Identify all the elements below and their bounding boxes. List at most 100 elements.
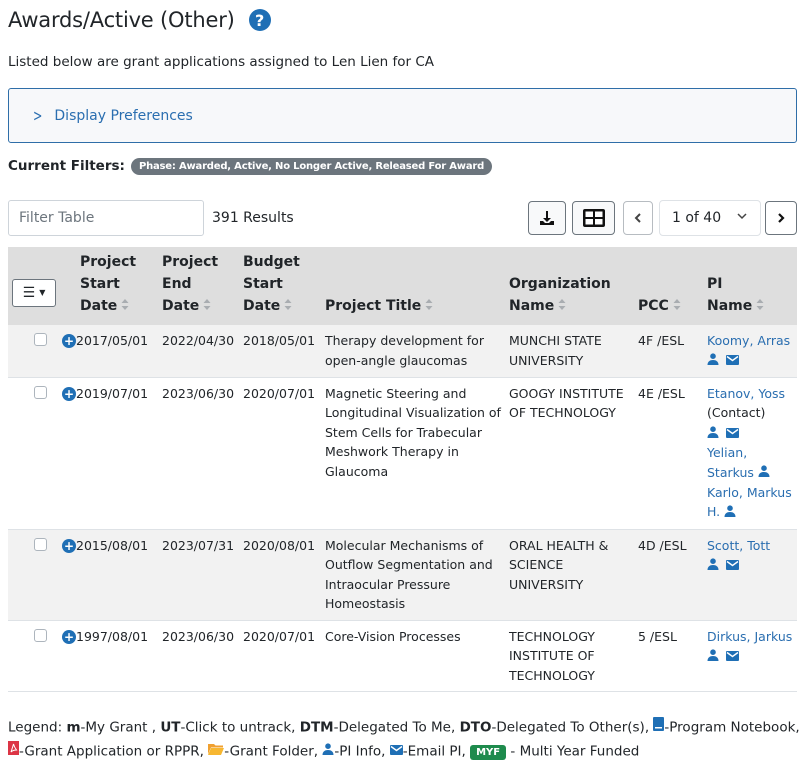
project-end-date: 2023/07/31 [162,537,235,553]
pi-name-link[interactable]: Dirkus, Jarkus [707,629,792,644]
expand-row-icon[interactable]: + [62,629,76,644]
next-page-button[interactable] [765,201,797,235]
pcc-code: 4F /ESL [638,333,685,348]
current-filters: Current Filters: Phase: Awarded, Active,… [8,155,797,177]
cell-title: Therapy development for open-angle glauc… [321,325,505,378]
project-title: Core-Vision Processes [325,628,461,644]
column-layout-button[interactable] [572,201,615,235]
pi-entry: Dirkus, Jarkus [707,627,793,667]
row-checkbox[interactable] [34,333,47,346]
sort-icon[interactable] [673,299,681,313]
cell-end: 2023/07/31 [158,529,239,621]
row-checkbox[interactable] [34,628,47,642]
expand-row-icon[interactable]: + [62,386,76,401]
column-header-text: Name [509,298,555,314]
pcc-code: 5 /ESL [638,628,677,644]
cell-budget: 2020/08/01 [239,529,321,621]
column-header-text: Start [80,276,120,292]
person-icon[interactable] [724,503,736,523]
column-header-text: PCC [638,298,669,314]
page-select[interactable]: 1 of 40 [659,200,761,236]
cell-pi-name: Dirkus, Jarkus [703,620,797,692]
person-icon[interactable] [707,647,719,667]
table-toolbar: 391 Results [8,200,797,236]
title-row: Awards/Active (Other) ? [8,0,797,40]
display-preferences-toggle[interactable]: > Display Preferences [8,88,797,143]
column-header-pcc[interactable]: PCC [634,247,703,325]
expand-row-icon[interactable]: + [62,334,76,348]
envelope-icon[interactable] [726,424,739,444]
project-title: Therapy development for open-angle glauc… [325,333,484,368]
person-icon[interactable] [707,351,719,371]
person-icon[interactable] [758,463,770,483]
person-icon[interactable] [707,424,719,444]
row-checkbox[interactable] [34,385,47,399]
sort-icon[interactable] [756,299,764,313]
envelope-icon[interactable] [726,647,739,667]
previous-page-button[interactable] [623,201,653,235]
pi-icons [707,647,739,667]
table-body: +2017/05/01 2022/04/30 2018/05/01 Therapy d… [8,325,797,692]
organization-name: TECHNOLOGY INSTITUTE OF TECHNOLOGY [509,628,595,683]
envelope-icon [389,743,403,759]
legend-key: DTO [459,719,492,736]
cell-budget: 2018/05/01 [239,325,321,378]
cell-start-date: +1997/08/01 [62,620,158,692]
program-notebook-icon [653,717,665,735]
sort-icon[interactable] [425,299,433,313]
results-count: 391 Results [212,210,294,226]
expand-row-icon[interactable]: + [62,538,76,553]
toolbar-actions: 1 of 40 [528,200,797,236]
sort-icon[interactable] [558,299,566,313]
pi-name-link[interactable]: Scott, Tott [707,538,770,553]
column-header-start[interactable]: Project Start Date [76,247,158,325]
column-header-budget[interactable]: Budget Start Date [239,247,321,325]
cell-pcc: 5 /ESL [634,620,703,692]
legend-text: -My Grant , [80,719,161,736]
pi-entry: Etanov, Yoss (Contact) [707,384,793,443]
display-preferences-label: Display Preferences [54,107,193,124]
organization-name: GOOGY INSTITUTE OF TECHNOLOGY [509,385,624,421]
column-header-org[interactable]: Organization Name [505,247,634,325]
column-menu-button[interactable]: ☰ ▼ [12,279,56,307]
cell-pi-name: Koomy, Arras [703,325,797,378]
pi-role: (Contact) [707,405,766,421]
column-header-title[interactable]: Project Title [321,247,505,325]
pi-icons [724,503,736,523]
cell-pcc: 4F /ESL [634,325,703,378]
pi-name-link[interactable]: Koomy, Arras [707,333,790,348]
cell-pi-name: Scott, Tott [703,529,797,621]
pi-name-link[interactable]: Etanov, Yoss [707,386,785,401]
legend-text: -Program Notebook, [664,719,800,736]
table-row: +2019/07/01 2023/06/30 2020/07/01 Magnetic … [8,377,797,530]
download-button[interactable] [528,201,566,235]
filter-table-input[interactable] [8,200,204,236]
page-select-value: 1 of 40 [672,210,722,226]
pi-icons [758,463,770,483]
question-circle-icon[interactable]: ? [248,9,271,31]
page-title: Awards/Active (Other) [8,8,235,32]
organization-name: MUNCHI STATE UNIVERSITY [509,333,602,368]
budget-start-date: 2020/08/01 [243,537,316,553]
legend-text: -Grant Folder, [224,743,323,759]
table-row: +1997/08/01 2023/06/30 2020/07/01 Core-Visi… [8,620,797,692]
sort-icon[interactable] [284,299,292,313]
pi-name-link[interactable]: Yelian, Starkus [707,445,754,480]
column-header-text: Project [80,254,137,270]
sort-icon[interactable] [203,299,211,313]
sort-icon[interactable] [121,299,129,313]
column-header-pi[interactable]: PI Name [703,247,797,325]
person-icon[interactable] [707,556,719,576]
pi-name-link[interactable]: Karlo, Markus H. [707,485,792,520]
envelope-icon[interactable] [726,351,739,371]
person-icon [322,742,334,759]
legend-text: -Grant Application or RPPR, [19,743,209,759]
cell-end: 2023/06/30 [158,377,239,530]
cell-end: 2022/04/30 [158,325,239,378]
budget-start-date: 2020/07/01 [243,628,316,644]
project-title: Molecular Mechanisms of Outflow Segmenta… [325,537,493,612]
cell-title: Molecular Mechanisms of Outflow Segmenta… [321,529,505,621]
row-checkbox[interactable] [34,537,47,551]
envelope-icon[interactable] [726,556,739,576]
column-header-end[interactable]: Project End Date [158,247,239,325]
